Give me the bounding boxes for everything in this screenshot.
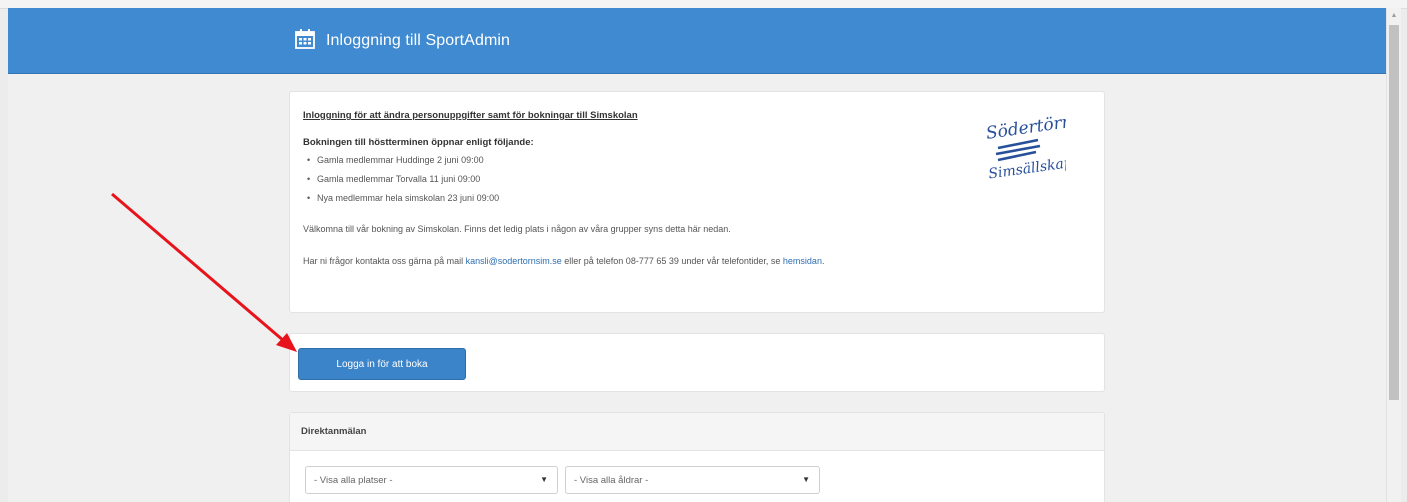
page-header: Inloggning till SportAdmin	[8, 8, 1386, 74]
header-brand: Inloggning till SportAdmin	[294, 28, 510, 54]
scrollbar-thumb[interactable]	[1389, 25, 1399, 400]
ages-select-value: - Visa alla åldrar -	[574, 475, 649, 486]
direct-registration-header: Direktanmälan	[290, 413, 1104, 451]
vertical-scrollbar[interactable]: ▲	[1386, 8, 1401, 502]
contact-prefix: Har ni frågor kontakta oss gärna på mail	[303, 256, 466, 266]
places-select-value: - Visa alla platser -	[314, 475, 393, 486]
list-item: Nya medlemmar hela simskolan 23 juni 09:…	[307, 189, 1073, 208]
places-select[interactable]: - Visa alla platser - ▼	[305, 466, 558, 494]
scroll-up-icon[interactable]: ▲	[1387, 8, 1401, 24]
info-panel: Inloggning för att ändra personuppgifter…	[289, 91, 1105, 313]
page-viewport: Inloggning till SportAdmin Inloggning fö…	[8, 8, 1386, 502]
page-title: Inloggning till SportAdmin	[326, 32, 511, 49]
svg-text:Södertörns: Södertörns	[985, 111, 1066, 144]
caret-down-icon: ▼	[540, 475, 548, 484]
login-to-book-button[interactable]: Logga in för att boka	[298, 348, 466, 380]
booking-schedule-heading: Bokningen till höstterminen öppnar enlig…	[303, 137, 534, 148]
list-item: Gamla medlemmar Torvalla 11 juni 09:00	[307, 170, 1073, 189]
login-panel: Logga in för att boka	[289, 333, 1105, 392]
contact-email-link[interactable]: kansli@sodertornsim.se	[466, 256, 562, 266]
list-item: Gamla medlemmar Huddinge 2 juni 09:00	[307, 151, 1073, 170]
direct-registration-title: Direktanmälan	[301, 426, 367, 437]
club-logo: Södertörns Simsällskap	[976, 110, 1083, 183]
contact-middle: eller på telefon 08-777 65 39 under vår …	[561, 256, 783, 266]
info-heading: Inloggning för att ändra personuppgifter…	[303, 110, 638, 121]
ages-select[interactable]: - Visa alla åldrar - ▼	[565, 466, 820, 494]
homepage-link[interactable]: hemsidan	[783, 256, 822, 266]
contact-text: Har ni frågor kontakta oss gärna på mail…	[303, 254, 1073, 268]
info-content: Inloggning för att ändra personuppgifter…	[303, 109, 1073, 286]
direct-registration-panel: Direktanmälan - Visa alla platser - ▼ - …	[289, 412, 1105, 502]
calendar-icon	[294, 28, 316, 55]
booking-schedule-list: Gamla medlemmar Huddinge 2 juni 09:00 Ga…	[303, 151, 1073, 208]
contact-suffix: .	[821, 256, 825, 266]
welcome-text: Välkomna till vår bokning av Simskolan. …	[303, 224, 731, 234]
caret-down-icon: ▼	[802, 475, 810, 484]
